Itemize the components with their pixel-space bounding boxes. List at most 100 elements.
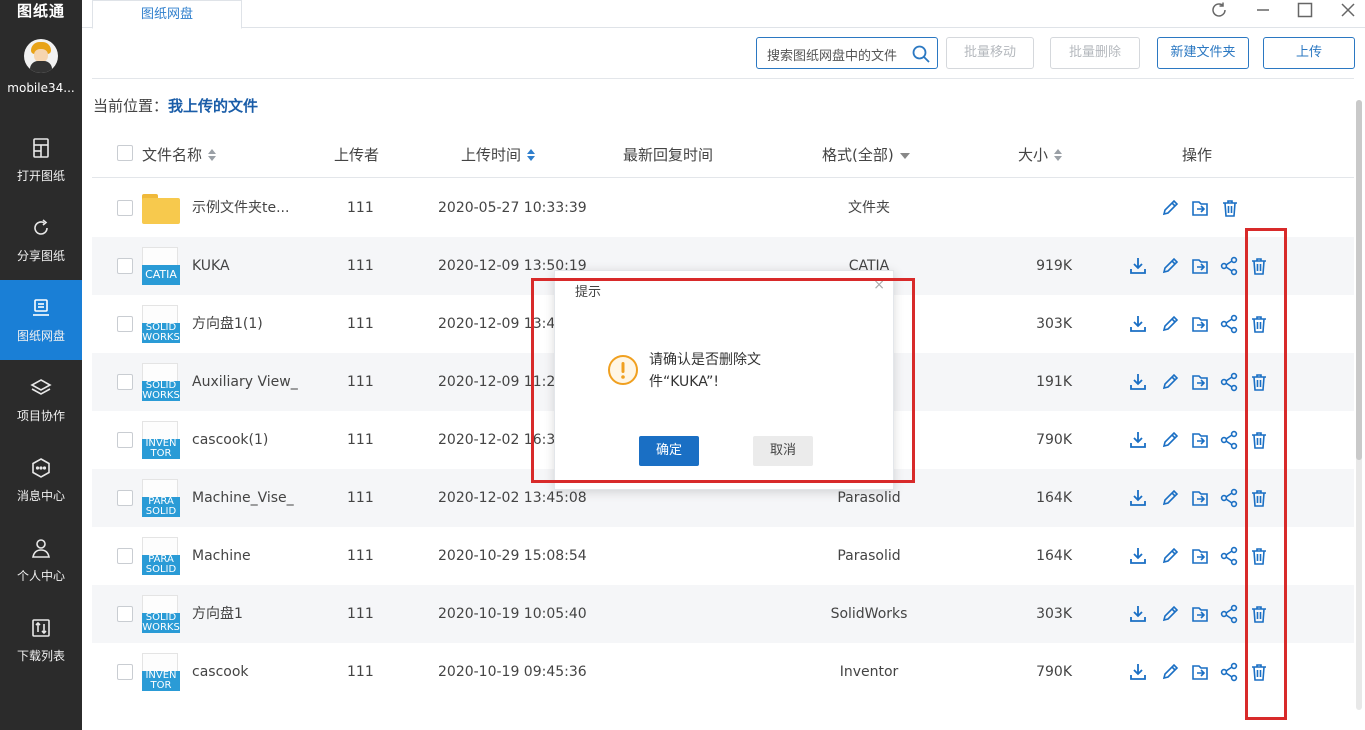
row-checkbox[interactable]	[117, 606, 133, 622]
sort-icon[interactable]	[1054, 149, 1062, 161]
header-format[interactable]: 格式(全部)	[822, 144, 910, 165]
delete-button[interactable]	[1220, 198, 1240, 218]
move-button[interactable]	[1190, 198, 1210, 218]
rename-button[interactable]	[1160, 372, 1180, 392]
download-button[interactable]	[1128, 604, 1148, 624]
breadcrumb-current[interactable]: 我上传的文件	[168, 97, 258, 115]
sort-icon[interactable]	[527, 149, 535, 161]
file-name[interactable]: Machine	[192, 527, 251, 585]
file-name[interactable]: KUKA	[192, 237, 230, 295]
move-button[interactable]	[1190, 372, 1210, 392]
table-row[interactable]: PARASOLIDMachine1112020-10-29 15:08:54Pa…	[92, 527, 1354, 585]
move-button[interactable]	[1190, 314, 1210, 334]
select-all-checkbox[interactable]	[117, 145, 133, 161]
file-name[interactable]: cascook(1)	[192, 411, 268, 469]
row-checkbox[interactable]	[117, 316, 133, 332]
search-input[interactable]: 搜索图纸网盘中的文件	[756, 37, 938, 69]
file-name[interactable]: cascook	[192, 643, 249, 701]
row-checkbox[interactable]	[117, 664, 133, 680]
move-button[interactable]	[1190, 662, 1210, 682]
table-row[interactable]: SOLIDWORKS方向盘11112020-10-19 10:05:40Soli…	[92, 585, 1354, 643]
refresh-button[interactable]	[1204, 0, 1234, 20]
file-size: 164K	[1012, 527, 1072, 585]
header-size[interactable]: 大小	[1018, 144, 1062, 165]
file-name[interactable]: 示例文件夹te...	[192, 179, 289, 237]
chevron-down-icon[interactable]	[900, 153, 910, 159]
file-name[interactable]: Auxiliary View_	[192, 353, 298, 411]
rename-button[interactable]	[1160, 488, 1180, 508]
scrollbar[interactable]	[1356, 100, 1362, 710]
file-type-icon: INVENTOR	[142, 653, 180, 693]
share-button[interactable]	[1219, 604, 1239, 624]
rename-button[interactable]	[1160, 198, 1180, 218]
maximize-button[interactable]	[1290, 0, 1320, 20]
sidebar-item-label: 项目协作	[17, 407, 65, 424]
download-button[interactable]	[1128, 372, 1148, 392]
row-checkbox[interactable]	[117, 432, 133, 448]
upload-button[interactable]: 上传	[1263, 37, 1355, 69]
file-name[interactable]: 方向盘1	[192, 585, 243, 643]
share-button[interactable]	[1219, 430, 1239, 450]
file-size: 790K	[1012, 411, 1072, 469]
rename-button[interactable]	[1160, 430, 1180, 450]
rename-button[interactable]	[1160, 662, 1180, 682]
row-checkbox[interactable]	[117, 490, 133, 506]
share-button[interactable]	[1219, 314, 1239, 334]
move-button[interactable]	[1190, 256, 1210, 276]
tab-cloud-disk[interactable]: 图纸网盘	[92, 0, 242, 29]
sidebar-item-share-drawing[interactable]: 分享图纸	[0, 200, 82, 280]
minimize-icon	[1254, 1, 1272, 19]
header-upload-time[interactable]: 上传时间	[461, 144, 535, 165]
search-icon[interactable]	[911, 44, 931, 64]
row-checkbox[interactable]	[117, 548, 133, 564]
new-folder-button[interactable]: 新建文件夹	[1157, 37, 1249, 69]
share-button[interactable]	[1219, 372, 1239, 392]
download-button[interactable]	[1128, 314, 1148, 334]
sidebar-item-project[interactable]: 项目协作	[0, 360, 82, 440]
avatar[interactable]	[24, 39, 58, 73]
highlight-dialog	[531, 278, 915, 483]
share-button[interactable]	[1219, 662, 1239, 682]
download-button[interactable]	[1128, 662, 1148, 682]
sidebar-item-cloud-disk[interactable]: 图纸网盘	[0, 280, 82, 360]
rename-button[interactable]	[1160, 604, 1180, 624]
rename-button[interactable]	[1160, 546, 1180, 566]
batch-delete-button[interactable]: 批量删除	[1050, 37, 1140, 69]
move-button[interactable]	[1190, 546, 1210, 566]
batch-move-button[interactable]: 批量移动	[946, 37, 1034, 69]
download-icon	[1128, 314, 1148, 334]
file-name[interactable]: Machine_Vise_	[192, 469, 294, 527]
minimize-button[interactable]	[1248, 0, 1278, 20]
file-name[interactable]: 方向盘1(1)	[192, 295, 263, 353]
row-checkbox[interactable]	[117, 200, 133, 216]
move-button[interactable]	[1190, 488, 1210, 508]
share-button[interactable]	[1219, 546, 1239, 566]
scrollbar-thumb[interactable]	[1356, 100, 1362, 460]
table-row[interactable]: 示例文件夹te...1112020-05-27 10:33:39文件夹	[92, 179, 1354, 237]
sidebar-item-profile[interactable]: 个人中心	[0, 520, 82, 600]
share-button[interactable]	[1219, 256, 1239, 276]
sidebar-item-messages[interactable]: 消息中心	[0, 440, 82, 520]
close-button[interactable]	[1333, 0, 1363, 20]
row-checkbox[interactable]	[117, 258, 133, 274]
file-type-icon: SOLIDWORKS	[142, 595, 180, 635]
header-name[interactable]: 文件名称	[142, 144, 216, 165]
move-button[interactable]	[1190, 604, 1210, 624]
sidebar-item-downloads[interactable]: 下载列表	[0, 600, 82, 680]
sort-icon[interactable]	[208, 149, 216, 161]
file-type-icon: PARASOLID	[142, 479, 180, 519]
download-button[interactable]	[1128, 546, 1148, 566]
row-checkbox[interactable]	[117, 374, 133, 390]
table-row[interactable]: INVENTORcascook1112020-10-19 09:45:36Inv…	[92, 643, 1354, 701]
username[interactable]: mobile34...	[0, 79, 82, 97]
download-button[interactable]	[1128, 256, 1148, 276]
download-button[interactable]	[1128, 488, 1148, 508]
move-button[interactable]	[1190, 430, 1210, 450]
tab-bar: 图纸网盘	[82, 0, 1365, 28]
file-type-icon: SOLIDWORKS	[142, 363, 180, 403]
rename-button[interactable]	[1160, 314, 1180, 334]
download-button[interactable]	[1128, 430, 1148, 450]
sidebar-item-open-drawing[interactable]: 打开图纸	[0, 120, 82, 200]
share-button[interactable]	[1219, 488, 1239, 508]
rename-button[interactable]	[1160, 256, 1180, 276]
